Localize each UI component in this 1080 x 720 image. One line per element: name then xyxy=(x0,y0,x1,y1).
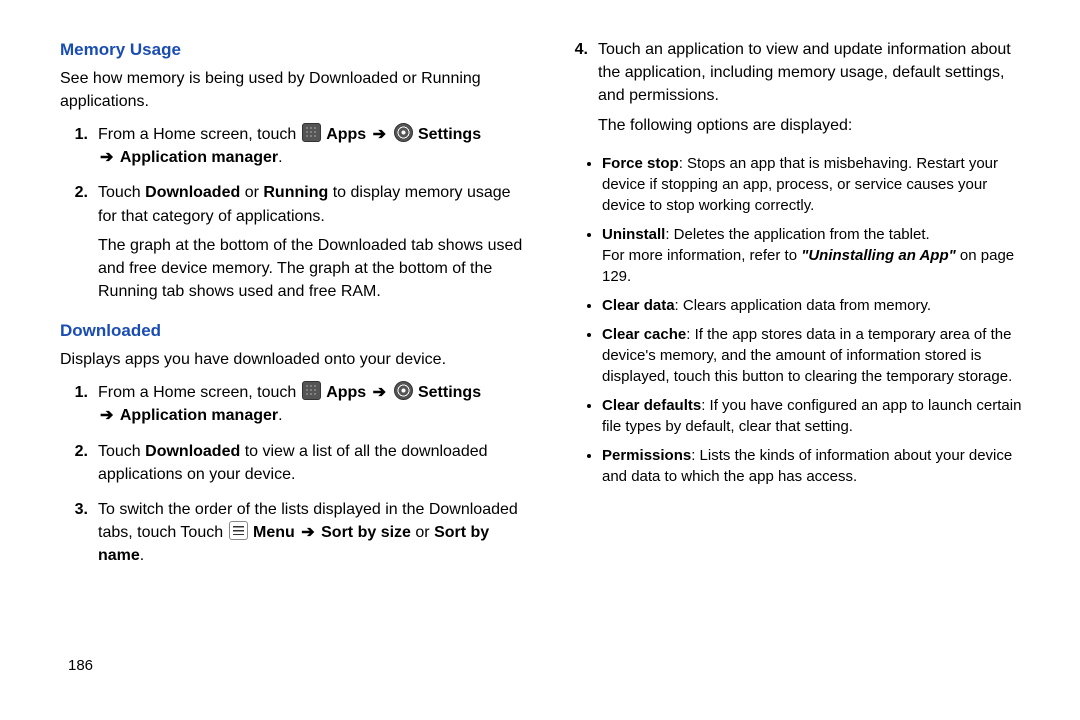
step-body: Touch Downloaded to view a list of all t… xyxy=(98,440,530,492)
clear-cache-label: Clear cache xyxy=(602,326,686,343)
page-number: 186 xyxy=(68,657,93,674)
step-number: 2. xyxy=(60,440,98,492)
step-number: 1. xyxy=(60,381,98,433)
list-item: Permissions: Lists the kinds of informat… xyxy=(602,445,1030,487)
menu-icon xyxy=(229,521,248,540)
list-item: Clear data: Clears application data from… xyxy=(602,295,1030,316)
text: From a Home screen, touch xyxy=(98,126,301,143)
downloaded-label: Downloaded xyxy=(145,443,240,460)
menu-label: Menu xyxy=(253,524,295,541)
step-body: To switch the order of the lists display… xyxy=(98,498,530,574)
left-column: Memory Usage See how memory is being use… xyxy=(60,38,530,620)
text: Touch xyxy=(98,443,145,460)
step-body: From a Home screen, touch Apps ➔ Setting… xyxy=(98,123,530,175)
step-body: Touch an application to view and update … xyxy=(598,38,1030,143)
clear-data-label: Clear data xyxy=(602,297,675,314)
manual-page: Memory Usage See how memory is being use… xyxy=(0,0,1080,640)
appmgr-label: Application manager xyxy=(120,407,278,424)
permissions-label: Permissions xyxy=(602,447,691,464)
step-number: 2. xyxy=(60,181,98,309)
heading-memory-usage: Memory Usage xyxy=(60,38,530,63)
text: : Deletes the application from the table… xyxy=(665,226,929,243)
apps-icon xyxy=(302,381,321,400)
step-body: Touch Downloaded or Running to display m… xyxy=(98,181,530,309)
list-item: Clear cache: If the app stores data in a… xyxy=(602,324,1030,387)
text: The following options are displayed: xyxy=(598,114,1030,137)
text: Touch an application to view and update … xyxy=(598,38,1030,108)
arrow-icon: ➔ xyxy=(371,126,388,143)
apps-label: Apps xyxy=(326,126,366,143)
list-item: Clear defaults: If you have configured a… xyxy=(602,395,1030,437)
text: For more information, refer to xyxy=(602,247,801,264)
text: Touch xyxy=(98,184,145,201)
sort-size-label: Sort by size xyxy=(321,524,411,541)
step-body: From a Home screen, touch Apps ➔ Setting… xyxy=(98,381,530,433)
downloaded-label: Downloaded xyxy=(145,184,240,201)
force-stop-label: Force stop xyxy=(602,155,679,172)
text: : Clears application data from memory. xyxy=(675,297,932,314)
step-number: 3. xyxy=(60,498,98,574)
list-item: Uninstall: Deletes the application from … xyxy=(602,224,1030,287)
downloaded-intro: Displays apps you have downloaded onto y… xyxy=(60,348,530,371)
text: From a Home screen, touch xyxy=(98,384,301,401)
clear-defaults-label: Clear defaults xyxy=(602,397,701,414)
settings-label: Settings xyxy=(418,126,481,143)
appmgr-label: Application manager xyxy=(120,149,278,166)
arrow-icon: ➔ xyxy=(98,407,115,424)
step-number: 4. xyxy=(560,38,598,143)
reference-title: "Uninstalling an App" xyxy=(801,247,956,264)
right-column: 4. Touch an application to view and upda… xyxy=(560,38,1030,620)
text: or xyxy=(411,524,434,541)
downloaded-steps: 1. From a Home screen, touch Apps ➔ Sett… xyxy=(60,381,530,573)
uninstall-label: Uninstall xyxy=(602,226,665,243)
apps-label: Apps xyxy=(326,384,366,401)
right-steps: 4. Touch an application to view and upda… xyxy=(560,38,1030,143)
memory-intro: See how memory is being used by Download… xyxy=(60,67,530,113)
arrow-icon: ➔ xyxy=(371,384,388,401)
arrow-icon: ➔ xyxy=(98,149,115,166)
settings-label: Settings xyxy=(418,384,481,401)
apps-icon xyxy=(302,123,321,142)
text: or xyxy=(240,184,263,201)
settings-icon xyxy=(394,123,413,142)
options-list: Force stop: Stops an app that is misbeha… xyxy=(560,153,1030,487)
heading-downloaded: Downloaded xyxy=(60,319,530,344)
running-label: Running xyxy=(263,184,328,201)
step-number: 1. xyxy=(60,123,98,175)
arrow-icon: ➔ xyxy=(299,524,316,541)
text: The graph at the bottom of the Downloade… xyxy=(98,234,530,304)
list-item: Force stop: Stops an app that is misbeha… xyxy=(602,153,1030,216)
settings-icon xyxy=(394,381,413,400)
memory-steps: 1. From a Home screen, touch Apps ➔ Sett… xyxy=(60,123,530,309)
